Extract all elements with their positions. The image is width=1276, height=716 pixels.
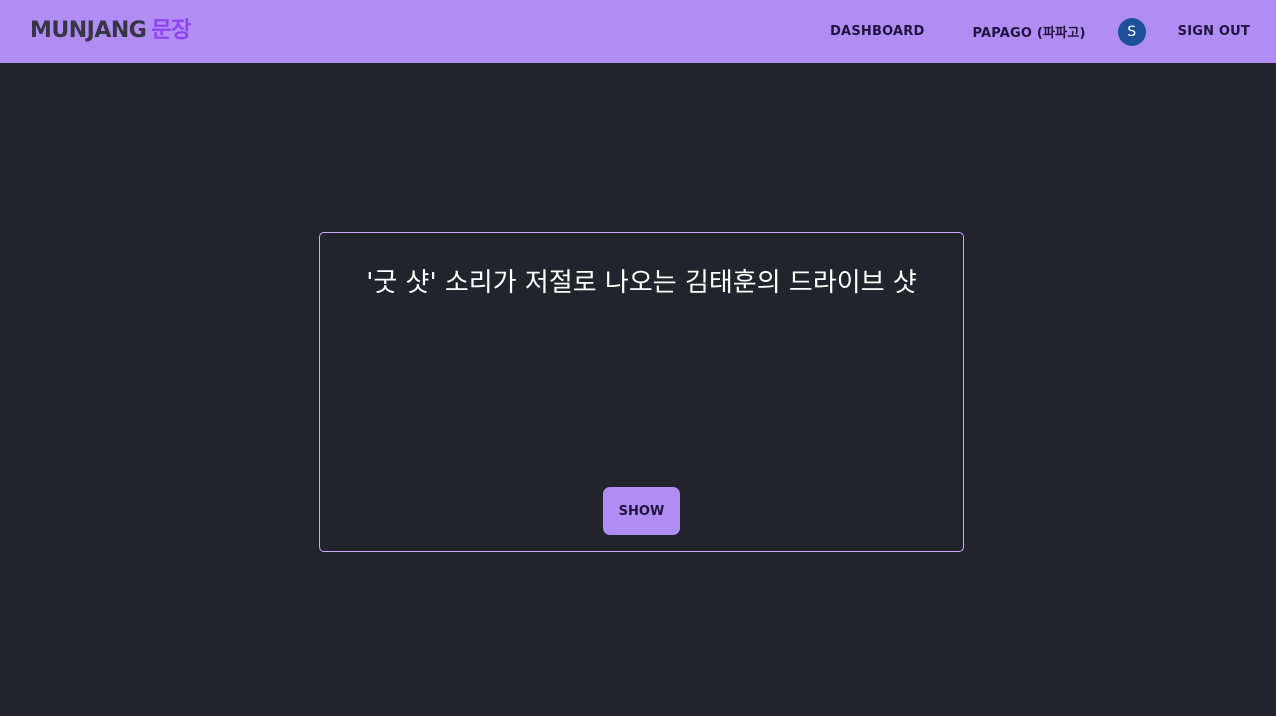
sentence-card: '굿 샷' 소리가 저절로 나오는 김태훈의 드라이브 샷 SHOW bbox=[319, 232, 964, 552]
nav-dashboard-link[interactable]: DASHBOARD bbox=[830, 24, 924, 39]
sign-out-link[interactable]: SIGN OUT bbox=[1178, 24, 1250, 39]
top-nav-bar: MUNJANG 문장 DASHBOARD PAPAGO (파파고) S SIGN… bbox=[0, 0, 1276, 63]
nav-papago-link[interactable]: PAPAGO (파파고) bbox=[972, 22, 1085, 41]
app-logo[interactable]: MUNJANG 문장 bbox=[30, 17, 191, 45]
logo-text-ko: 문장 bbox=[151, 18, 191, 43]
user-avatar[interactable]: S bbox=[1117, 17, 1146, 46]
logo-text-en: MUNJANG bbox=[30, 18, 147, 43]
show-button[interactable]: SHOW bbox=[603, 487, 680, 535]
main-nav: DASHBOARD PAPAGO (파파고) S SIGN OUT bbox=[830, 0, 1250, 63]
sentence-text: '굿 샷' 소리가 저절로 나오는 김태훈의 드라이브 샷 bbox=[366, 268, 917, 298]
